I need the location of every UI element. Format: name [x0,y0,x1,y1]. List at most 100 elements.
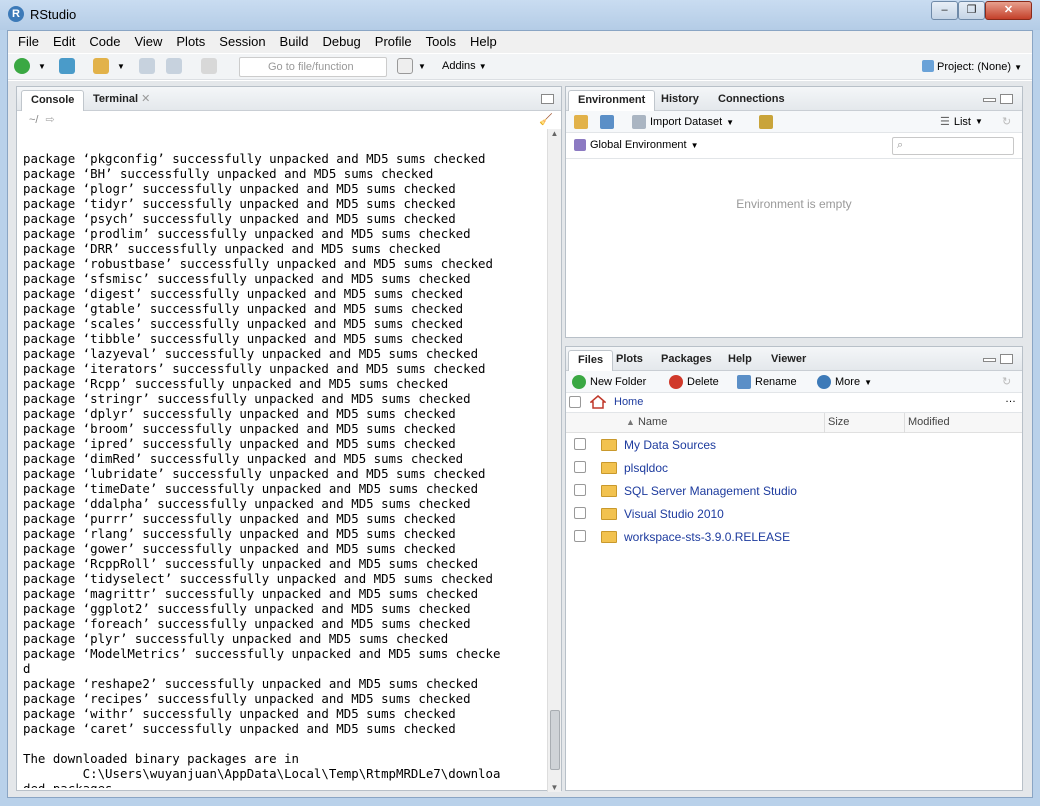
menu-session[interactable]: Session [212,32,272,52]
new-file-icon[interactable] [14,58,30,74]
tab-history[interactable]: History [652,90,708,111]
menu-code[interactable]: Code [82,32,127,52]
row-checkbox[interactable] [574,507,586,519]
broom-icon [759,115,773,129]
menu-plots[interactable]: Plots [169,32,212,52]
rename-button[interactable]: Rename [737,375,797,389]
rename-icon [737,375,751,389]
select-all-checkbox[interactable] [569,396,581,408]
minimize-pane-icon[interactable] [983,98,996,102]
minimize-button[interactable]: – [931,1,958,20]
tab-environment[interactable]: Environment [568,90,656,111]
delete-button[interactable]: Delete [669,375,719,389]
menu-edit[interactable]: Edit [46,32,82,52]
console-line: C:\Users\wuyanjuan\AppData\Local\Temp\Rt… [23,766,501,781]
goto-file-input[interactable]: Go to file/function [239,57,387,77]
rename-label: Rename [755,376,797,388]
console-line: package ‘stringr’ successfully unpacked … [23,391,471,406]
tab-terminal[interactable]: Terminal ✕ [84,90,159,111]
console-line: package ‘pkgconfig’ successfully unpacke… [23,151,486,166]
file-name[interactable]: Visual Studio 2010 [624,507,724,521]
breadcrumb-home[interactable]: Home [614,396,643,408]
restore-pane-icon[interactable] [541,94,554,104]
project-chevron-icon: ▼ [1014,63,1022,72]
tab-close-icon[interactable]: ✕ [141,93,150,105]
refresh-icon[interactable]: ↻ [1002,115,1011,128]
tab-help[interactable]: Help [719,350,761,371]
row-checkbox[interactable] [574,461,586,473]
save-all-icon[interactable] [166,58,182,74]
menu-view[interactable]: View [127,32,169,52]
folder-icon [601,485,617,497]
workspace-panes-icon[interactable] [397,58,413,74]
console-output[interactable]: package ‘pkgconfig’ successfully unpacke… [17,129,540,788]
save-icon[interactable] [139,58,155,74]
file-row[interactable]: plsqldoc [566,458,1022,481]
menu-build[interactable]: Build [273,32,316,52]
column-name[interactable]: ▲ Name [626,416,667,428]
maximize-pane-icon[interactable] [1000,354,1013,364]
console-pane: Console Terminal ✕ ~/ ⇨ 🧹 package ‘pkgco… [16,86,562,792]
menu-file[interactable]: File [11,32,46,52]
column-size[interactable]: Size [828,416,849,428]
environment-search-input[interactable]: ⌕ [892,137,1014,155]
new-folder-button[interactable]: New Folder [572,375,646,389]
addins-menu[interactable]: Addins ▼ [442,60,487,72]
row-checkbox[interactable] [574,438,586,450]
scroll-down-icon[interactable]: ▼ [548,783,561,792]
file-row[interactable]: My Data Sources [566,435,1022,458]
close-button[interactable]: ✕ [985,1,1032,20]
menu-help[interactable]: Help [463,32,504,52]
more-menu[interactable]: More ▼ [817,375,872,389]
scope-chevron-icon: ▼ [690,140,699,150]
menu-debug[interactable]: Debug [315,32,367,52]
menu-tools[interactable]: Tools [419,32,463,52]
clear-console-icon[interactable]: 🧹 [539,111,553,129]
goto-directory-icon[interactable]: ⇨ [46,114,55,126]
save-workspace-button[interactable] [600,115,614,129]
home-icon[interactable] [588,395,608,409]
file-name[interactable]: plsqldoc [624,461,668,475]
console-scrollbar[interactable]: ▲ ▼ [547,129,561,792]
refresh-icon[interactable]: ↻ [1002,375,1011,388]
menu-profile[interactable]: Profile [368,32,419,52]
file-row[interactable]: workspace-sts-3.9.0.RELEASE [566,527,1022,550]
tab-packages[interactable]: Packages [652,350,721,371]
new-project-icon[interactable] [59,58,75,74]
maximize-button[interactable]: ❐ [958,1,985,20]
tab-connections[interactable]: Connections [709,90,794,111]
environment-empty-message: Environment is empty [736,197,852,211]
file-name[interactable]: workspace-sts-3.9.0.RELEASE [624,530,790,544]
file-row[interactable]: Visual Studio 2010 [566,504,1022,527]
open-file-icon[interactable] [93,58,109,74]
file-name[interactable]: SQL Server Management Studio [624,484,797,498]
more-options-icon[interactable]: … [1005,393,1016,405]
import-dataset-button[interactable]: Import Dataset ▼ [632,115,734,129]
file-row[interactable]: SQL Server Management Studio [566,481,1022,504]
window-title: RStudio [30,7,77,22]
row-checkbox[interactable] [574,530,586,542]
tab-console[interactable]: Console [21,90,85,111]
column-modified[interactable]: Modified [908,416,950,428]
tab-viewer[interactable]: Viewer [762,350,815,371]
print-icon[interactable] [201,58,217,74]
panes-dropdown-icon[interactable]: ▼ [418,62,426,80]
maximize-pane-icon[interactable] [1000,94,1013,104]
project-menu[interactable]: Project: (None) ▼ [921,60,1022,73]
scroll-thumb[interactable] [550,710,560,770]
console-line: package ‘plyr’ successfully unpacked and… [23,631,449,646]
file-name[interactable]: My Data Sources [624,438,716,452]
row-checkbox[interactable] [574,484,586,496]
load-workspace-button[interactable] [574,115,588,129]
open-file-dropdown-icon[interactable]: ▼ [117,62,125,80]
new-file-dropdown-icon[interactable]: ▼ [38,62,46,80]
scroll-up-icon[interactable]: ▲ [548,129,561,138]
list-icon: ☰ [940,116,950,128]
view-mode-menu[interactable]: ☰ List ▼ [940,115,983,129]
minimize-pane-icon[interactable] [983,358,996,362]
tab-plots[interactable]: Plots [607,350,652,371]
global-environment-menu[interactable]: Global Environment ▼ [574,139,699,151]
console-line: package ‘scales’ successfully unpacked a… [23,316,464,331]
clear-workspace-button[interactable] [759,115,773,129]
environment-toolbar: Import Dataset ▼ ☰ List ▼ ↻ [566,111,1022,133]
